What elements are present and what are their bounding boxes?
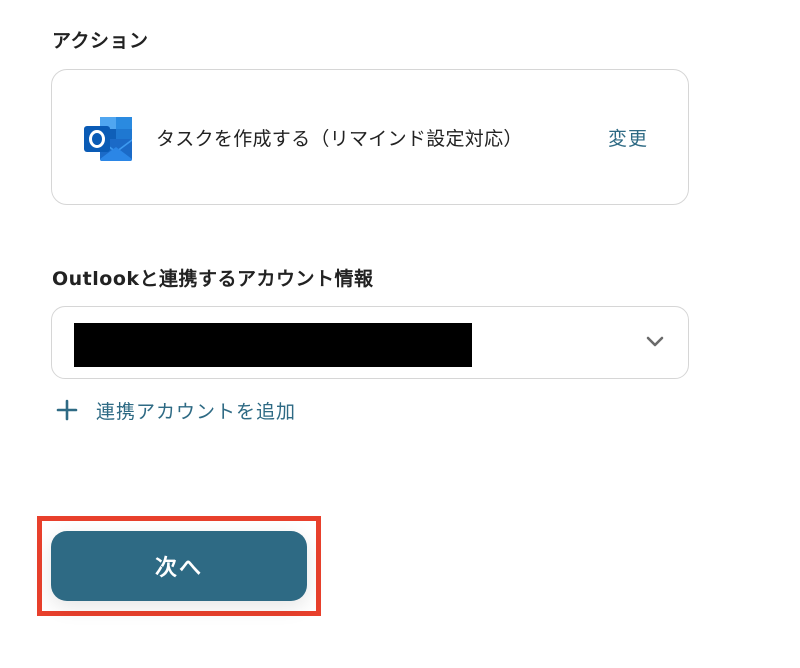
action-title: タスクを作成する（リマインド設定対応） — [156, 128, 523, 150]
page: アクション タスクを作成する（リマインド設定対応） 変更 Outlookと連携す… — [0, 0, 800, 668]
action-section-label: アクション — [52, 30, 149, 52]
chevron-down-icon — [646, 336, 664, 347]
plus-icon — [56, 399, 78, 421]
action-card: タスクを作成する（リマインド設定対応） 変更 — [51, 69, 689, 205]
add-account-button[interactable]: 連携アカウントを追加 — [56, 396, 296, 424]
account-section-label: Outlookと連携するアカウント情報 — [52, 268, 374, 290]
account-select[interactable] — [51, 306, 689, 379]
outlook-icon — [84, 117, 132, 161]
selected-account-value — [74, 323, 472, 367]
add-account-label: 連携アカウントを追加 — [96, 400, 297, 423]
change-button[interactable]: 変更 — [608, 124, 648, 151]
next-button[interactable]: 次へ — [51, 531, 307, 601]
